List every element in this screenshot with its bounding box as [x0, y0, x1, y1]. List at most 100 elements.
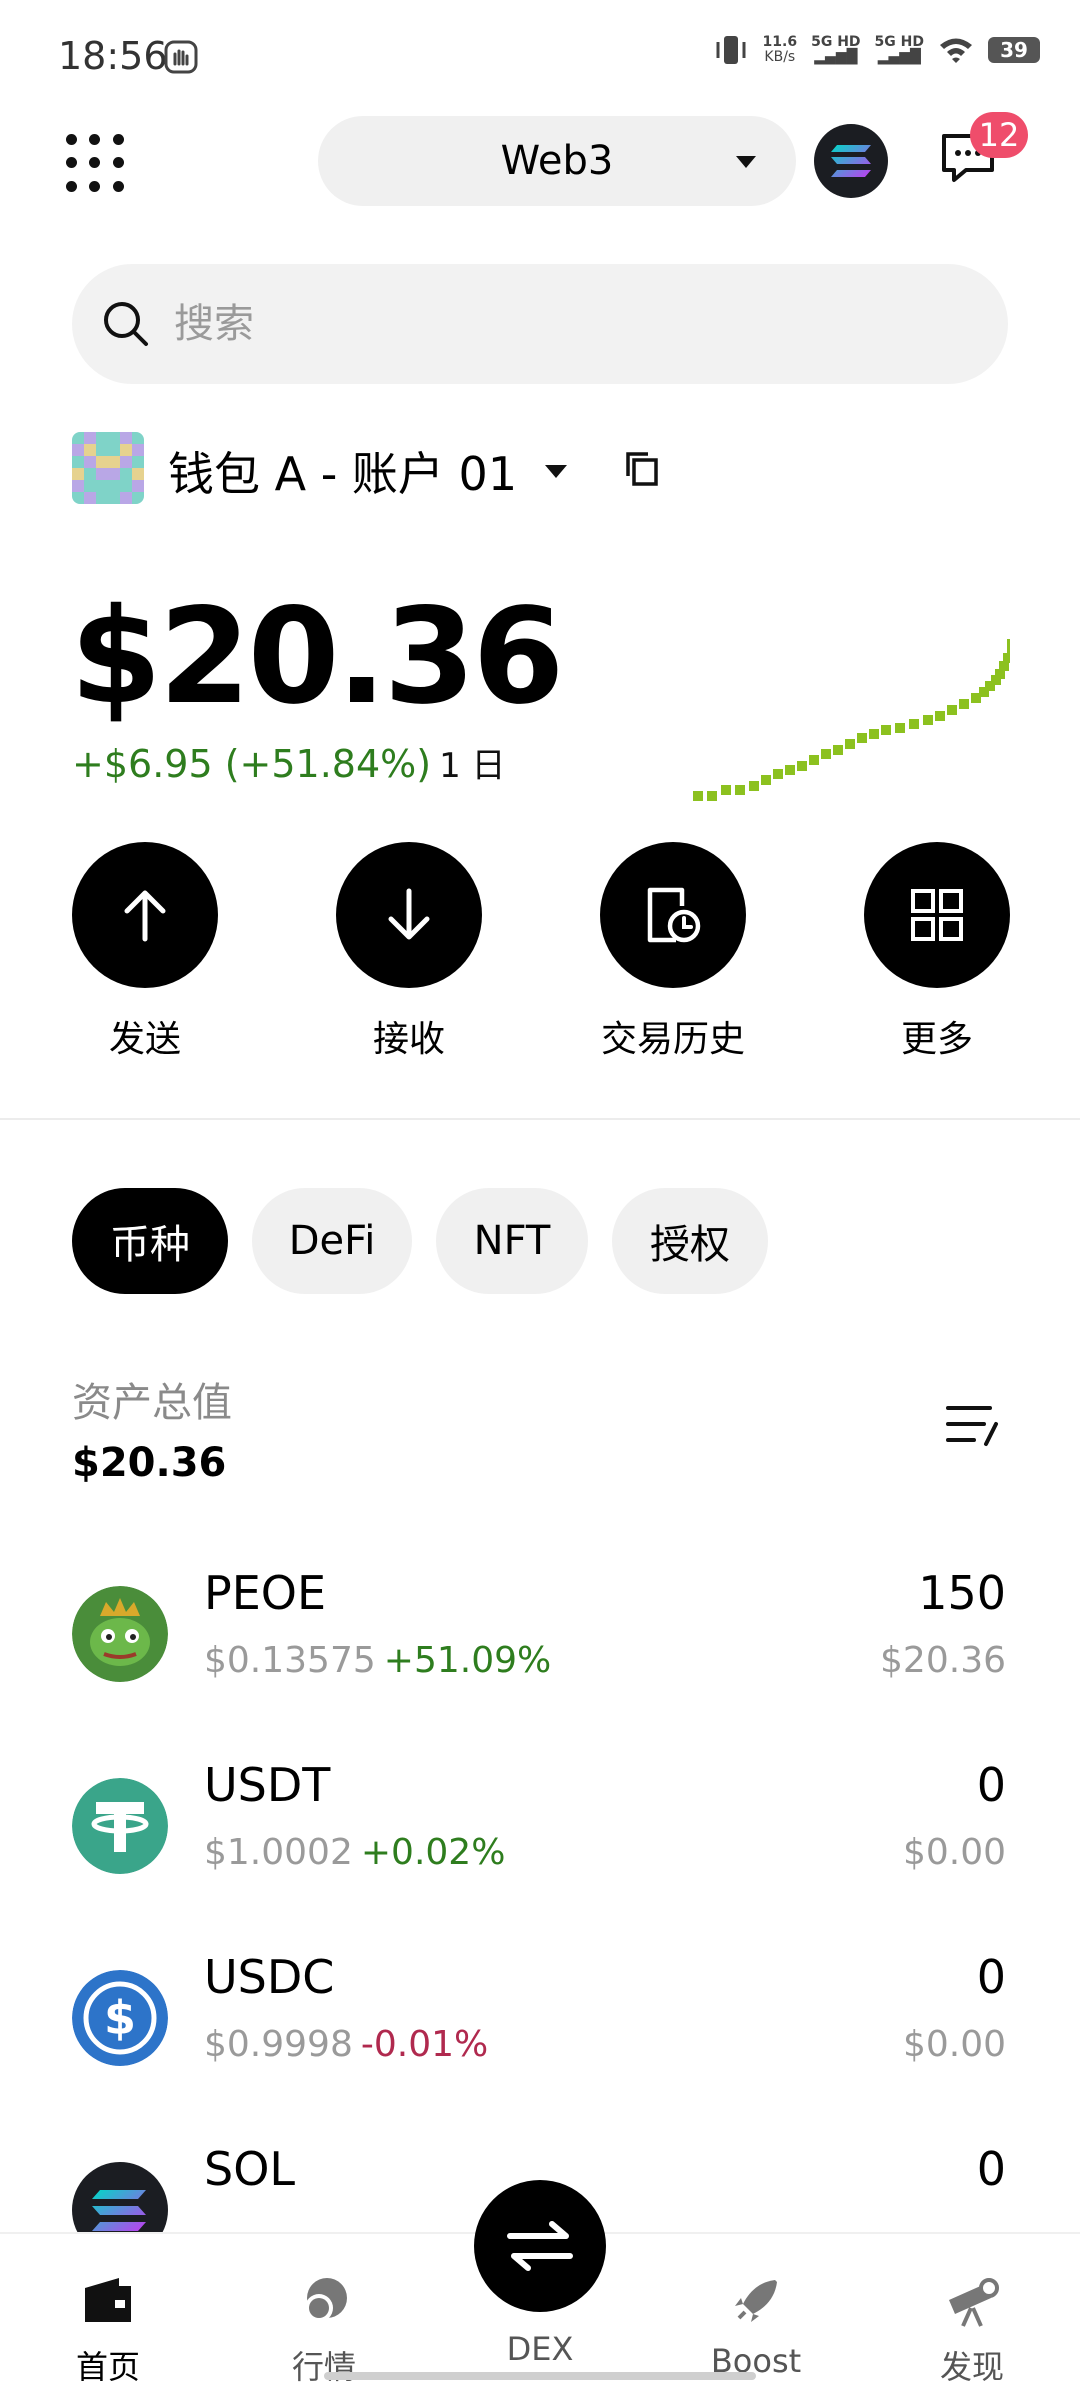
sparkline-point [881, 725, 891, 735]
nav-home[interactable]: 首页 [38, 2274, 178, 2388]
search-icon [104, 302, 148, 346]
focus-mode-icon [164, 40, 198, 74]
tab-nft[interactable]: NFT [436, 1188, 588, 1294]
nav-market[interactable]: 行情 [254, 2274, 394, 2388]
sparkline-point [895, 723, 905, 733]
sparkline-point [773, 769, 783, 779]
sort-icon[interactable] [944, 1400, 1000, 1450]
token-row-usdt[interactable]: USDT $1.0002 +0.02% 0 $0.00 [0, 1758, 1080, 1928]
rocket-icon [735, 2280, 777, 2322]
sparkline-point [923, 715, 933, 725]
sparkline-point [749, 781, 759, 791]
history-button[interactable]: 交易历史 [600, 842, 746, 1062]
balance-sparkline [693, 639, 1010, 801]
token-symbol: USDC [204, 1950, 335, 2004]
token-symbol: PEOE [204, 1566, 327, 1620]
token-amount: 150 [918, 1566, 1006, 1620]
assets-total: $20.36 [72, 1440, 227, 1486]
arrow-up-icon [124, 890, 166, 942]
usdt-token-icon [72, 1778, 168, 1874]
token-value: $0.00 [902, 2024, 1006, 2065]
sparkline-point [721, 785, 731, 795]
sparkline-point [809, 755, 819, 765]
dex-swap-button[interactable] [474, 2180, 606, 2312]
section-divider [0, 1118, 1080, 1120]
balance-change: +$6.95 (+51.84%) 1 日 [72, 738, 506, 787]
sparkline-point [735, 785, 745, 795]
more-label: 更多 [900, 1019, 973, 1060]
battery-icon: 39 [988, 37, 1040, 63]
svg-text:$: $ [104, 1991, 136, 2045]
sparkline-point [1007, 639, 1010, 649]
assets-label: 资产总值 [72, 1380, 232, 1426]
sparkline-point [707, 791, 717, 801]
search-bar[interactable] [72, 264, 1008, 384]
balance-change-value: +$6.95 (+51.84%) [72, 742, 432, 786]
sim1-signal: 5G HD ▂▄▆█ [811, 34, 861, 65]
token-row-peoe[interactable]: PEOE $0.13575 +51.09% 150 $20.36 [0, 1566, 1080, 1736]
status-time: 18:56 [58, 34, 168, 78]
notification-badge: 12 [970, 112, 1028, 158]
copy-icon[interactable] [624, 450, 660, 488]
send-label: 发送 [108, 1019, 181, 1060]
sparkline-point [935, 711, 945, 721]
token-row-usdc[interactable]: $ USDC $0.9998 -0.01% 0 $0.00 [0, 1950, 1080, 2120]
wallet-icon [85, 2278, 131, 2322]
peoe-token-icon [72, 1586, 168, 1682]
status-indicators: 11.6 KB/s 5G HD ▂▄▆█ 5G HD ▂▄▆█ 39 [713, 34, 1040, 66]
sparkline-point [693, 791, 703, 801]
wallet-avatar[interactable] [72, 432, 144, 504]
sparkline-point [857, 733, 867, 743]
receive-button[interactable]: 接收 [336, 842, 482, 1062]
nav-label: DEX [506, 2330, 574, 2368]
wallet-name: 钱包 A - 账户 01 [168, 447, 518, 501]
token-value: $20.36 [880, 1640, 1006, 1681]
nav-dex[interactable]: DEX [470, 2330, 610, 2368]
sparkline-point [959, 699, 969, 709]
history-icon [647, 887, 701, 943]
solana-chain-icon[interactable] [814, 124, 888, 198]
sparkline-point [869, 729, 879, 739]
market-icon [305, 2278, 347, 2322]
sparkline-point [947, 705, 957, 715]
sparkline-point [845, 739, 855, 749]
history-label: 交易历史 [600, 1019, 745, 1060]
swap-icon [507, 2221, 573, 2271]
nav-label: 发现 [939, 2348, 1004, 2386]
search-input[interactable] [172, 300, 876, 348]
send-button[interactable]: 发送 [72, 842, 218, 1062]
net-speed: 11.6 KB/s [762, 34, 798, 65]
nav-label: 首页 [75, 2348, 140, 2386]
sparkline-point [821, 749, 831, 759]
arrow-down-icon [388, 888, 430, 940]
home-indicator [324, 2372, 756, 2380]
telescope-icon [949, 2278, 999, 2327]
wallet-selector[interactable]: 钱包 A - 账户 01 [168, 438, 568, 504]
receive-label: 接收 [372, 1019, 445, 1060]
token-price: $0.13575 +51.09% [204, 1640, 552, 1681]
token-change: -0.01% [360, 2024, 489, 2065]
token-amount: 0 [976, 2142, 1006, 2196]
token-amount: 0 [976, 1950, 1006, 2004]
token-price: $1.0002 +0.02% [204, 1832, 506, 1873]
network-label: Web3 [500, 138, 614, 184]
more-button[interactable]: 更多 [864, 842, 1010, 1062]
sim2-signal: 5G HD ▂▄▆█ [874, 34, 924, 65]
nav-label: 行情 [291, 2348, 356, 2386]
sparkline-point [833, 745, 843, 755]
wallet-balance: $20.36 [70, 580, 564, 734]
chevron-down-icon [545, 464, 568, 478]
grid-icon [911, 889, 963, 941]
apps-menu-icon[interactable] [66, 134, 124, 192]
nav-discover[interactable]: 发现 [902, 2274, 1042, 2388]
sparkline-point [797, 761, 807, 771]
sparkline-point [761, 775, 771, 785]
network-selector[interactable]: Web3 [318, 116, 796, 206]
tab-approvals[interactable]: 授权 [612, 1188, 768, 1294]
nav-boost[interactable]: Boost [686, 2274, 826, 2380]
tab-defi[interactable]: DeFi [252, 1188, 412, 1294]
token-price: $0.9998 -0.01% [204, 2024, 489, 2065]
token-change: +51.09% [383, 1640, 552, 1681]
token-symbol: USDT [204, 1758, 331, 1812]
tab-tokens[interactable]: 币种 [72, 1188, 228, 1294]
